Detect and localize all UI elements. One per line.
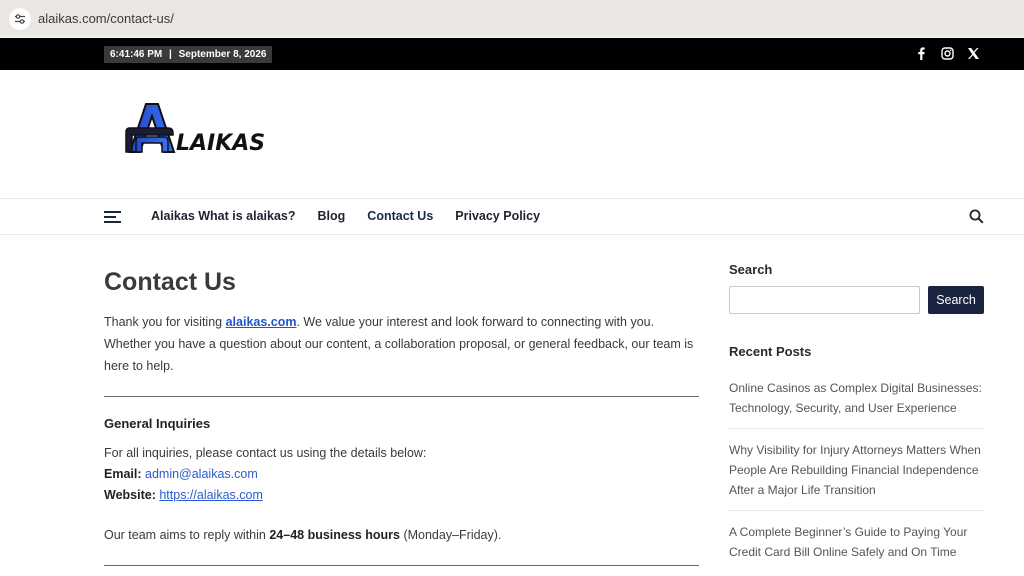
reply-line: Our team aims to reply within 24–48 busi…	[104, 525, 699, 546]
main-nav: Alaikas What is alaikas? Blog Contact Us…	[104, 200, 984, 234]
website-link[interactable]: https://alaikas.com	[159, 488, 263, 502]
intro-paragraph: Thank you for visiting alaikas.com. We v…	[104, 311, 699, 377]
website-label: Website:	[104, 488, 156, 502]
top-bar: 6:41:46 PM | September 8, 2026	[0, 38, 1024, 70]
date-time-badge: 6:41:46 PM | September 8, 2026	[104, 46, 273, 63]
main-content: Contact Us Thank you for visiting alaika…	[104, 250, 699, 566]
nav-item-privacy-policy[interactable]: Privacy Policy	[455, 209, 540, 223]
nav-links: Alaikas What is alaikas? Blog Contact Us…	[151, 209, 562, 223]
search-icon[interactable]	[969, 209, 984, 224]
recent-post-link[interactable]: Why Visibility for Injury Attorneys Matt…	[729, 429, 984, 511]
search-form: Search	[729, 286, 984, 314]
website-line: Website: https://alaikas.com	[104, 485, 699, 506]
x-icon[interactable]	[967, 47, 980, 60]
search-heading: Search	[729, 262, 773, 277]
intro-text-before: Thank you for visiting	[104, 315, 226, 329]
recent-posts-heading: Recent Posts	[729, 344, 812, 359]
reply-text-before: Our team aims to reply within	[104, 528, 270, 542]
page-title: Contact Us	[104, 268, 236, 296]
nav-item-contact-us[interactable]: Contact Us	[367, 209, 433, 223]
recent-post-link[interactable]: A Complete Beginner’s Guide to Paying Yo…	[729, 511, 984, 572]
recent-post-link[interactable]: Online Casinos as Complex Digital Busine…	[729, 367, 984, 429]
date-text: September 8, 2026	[178, 49, 267, 60]
section-intro: For all inquiries, please contact us usi…	[104, 446, 427, 460]
site-logo[interactable]: LAIKAS	[124, 102, 274, 158]
instagram-icon[interactable]	[941, 47, 954, 60]
recent-posts-list: Online Casinos as Complex Digital Busine…	[729, 367, 984, 572]
header-divider	[0, 198, 1024, 199]
nav-divider	[0, 234, 1024, 235]
sidebar: Search Search Recent Posts Online Casino…	[729, 262, 984, 572]
time-text: 6:41:46 PM	[110, 49, 163, 60]
site-settings-icon[interactable]	[9, 8, 31, 30]
reply-text-after: (Monday–Friday).	[399, 528, 502, 542]
email-line: Email: admin@alaikas.com	[104, 464, 699, 485]
search-input[interactable]	[729, 286, 920, 314]
logo-text: LAIKAS	[176, 131, 265, 156]
separator: |	[169, 49, 172, 60]
browser-url-bar: alaikas.com/contact-us/	[0, 0, 1024, 38]
site-link[interactable]: alaikas.com	[226, 315, 297, 329]
menu-icon[interactable]	[104, 211, 121, 223]
social-links	[915, 47, 980, 60]
search-button[interactable]: Search	[928, 286, 984, 314]
nav-item-what-is-alaikas[interactable]: Alaikas What is alaikas?	[151, 209, 296, 223]
section-divider-bottom	[104, 565, 699, 566]
email-link[interactable]: admin@alaikas.com	[145, 467, 258, 481]
email-label: Email:	[104, 467, 142, 481]
section-title: General Inquiries	[104, 416, 211, 431]
section-divider	[104, 396, 699, 397]
facebook-icon[interactable]	[915, 47, 928, 60]
nav-item-blog[interactable]: Blog	[318, 209, 346, 223]
url-text[interactable]: alaikas.com/contact-us/	[38, 11, 174, 26]
reply-hours: 24–48 business hours	[269, 528, 400, 542]
